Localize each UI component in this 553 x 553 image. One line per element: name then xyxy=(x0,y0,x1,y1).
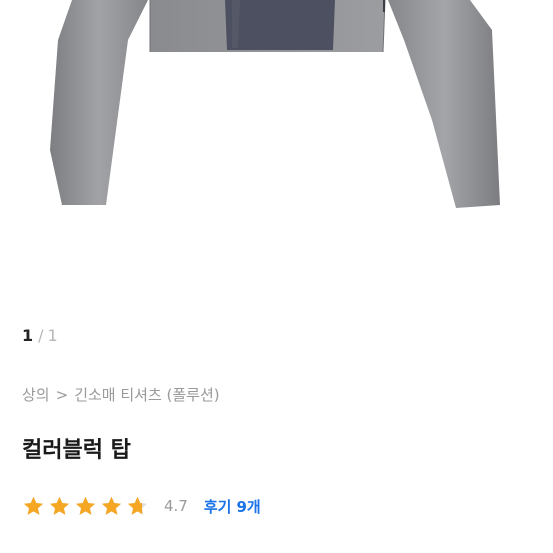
rating-stars xyxy=(22,495,152,518)
product-detail-page: 1/1 상의 > 긴소매 티셔츠 (폴루션) 컬러블럭 탑 4.7 후기 9개 xyxy=(0,0,553,553)
star-full-icon xyxy=(75,496,96,515)
product-image[interactable] xyxy=(0,0,553,300)
star-full-icon xyxy=(23,496,44,515)
review-count: 9개 xyxy=(236,497,261,516)
product-title: 컬러블럭 탑 xyxy=(22,438,131,463)
breadcrumb-separator: > xyxy=(55,386,69,404)
star-full-icon xyxy=(101,496,122,515)
star-full-icon xyxy=(49,496,70,515)
review-count-link[interactable]: 후기 9개 xyxy=(204,496,261,517)
breadcrumb-subcategory[interactable]: 긴소매 티셔츠 (폴루션) xyxy=(74,384,219,405)
breadcrumb: 상의 > 긴소매 티셔츠 (폴루션) xyxy=(22,384,220,405)
pager-total: 1 xyxy=(47,326,59,345)
pager-current: 1 xyxy=(22,326,35,345)
image-pager: 1/1 xyxy=(22,326,59,345)
breadcrumb-category[interactable]: 상의 xyxy=(22,384,50,405)
product-photo-colorblock-top xyxy=(50,0,500,208)
star-partial-icon xyxy=(127,496,148,515)
rating-value: 4.7 xyxy=(164,497,188,515)
rating-row: 4.7 후기 9개 xyxy=(22,493,261,519)
pager-separator: / xyxy=(38,326,45,345)
review-label: 후기 xyxy=(203,497,232,516)
